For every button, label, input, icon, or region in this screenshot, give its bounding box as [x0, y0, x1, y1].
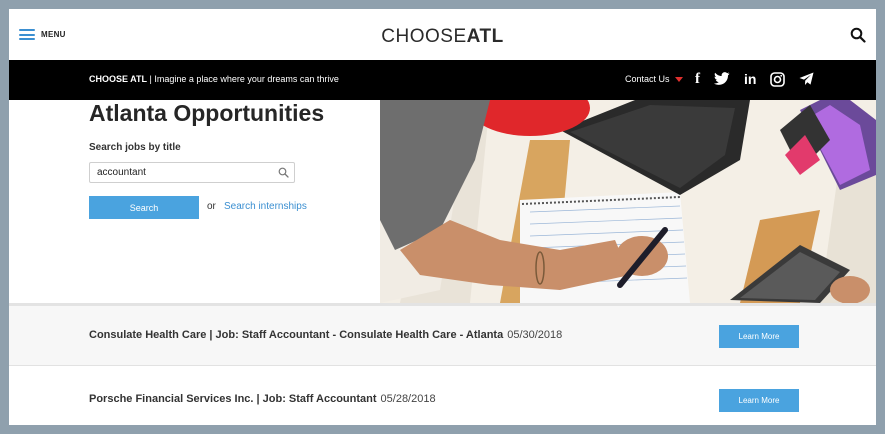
job-search-input[interactable] — [89, 162, 295, 183]
top-header: MENU CHOOSEATL — [9, 9, 876, 61]
job-title-text: Consulate Health Care | Job: Staff Accou… — [89, 329, 504, 341]
tagline: CHOOSE ATL | Imagine a place where your … — [89, 74, 339, 84]
twitter-icon[interactable] — [714, 72, 730, 86]
job-date: 05/30/2018 — [507, 329, 563, 341]
search-icon[interactable] — [850, 27, 866, 43]
job-title[interactable]: Consulate Health Care | Job: Staff Accou… — [89, 329, 562, 341]
facebook-icon[interactable]: f — [695, 71, 700, 87]
linkedin-icon[interactable]: in — [744, 71, 756, 87]
hero-photo — [380, 100, 876, 303]
search-jobs-label: Search jobs by title — [89, 142, 181, 153]
caret-down-icon — [674, 76, 683, 82]
job-listing-row: Consulate Health Care | Job: Staff Accou… — [9, 306, 876, 366]
job-listing-row: Porsche Financial Services Inc. | Job: S… — [9, 367, 876, 425]
tagline-bar: CHOOSE ATL | Imagine a place where your … — [9, 60, 876, 100]
instagram-icon[interactable] — [770, 71, 786, 87]
job-title[interactable]: Porsche Financial Services Inc. | Job: S… — [89, 393, 436, 405]
search-internships-link[interactable]: Search internships — [224, 201, 307, 212]
social-links: f in — [695, 71, 814, 87]
site-logo[interactable]: CHOOSEATL — [9, 26, 876, 48]
telegram-icon[interactable] — [799, 72, 814, 86]
logo-light-text: CHOOSE — [381, 26, 467, 47]
learn-more-button[interactable]: Learn More — [719, 325, 799, 348]
learn-more-button[interactable]: Learn More — [719, 389, 799, 412]
page-title: Atlanta Opportunities — [89, 100, 325, 126]
job-date: 05/28/2018 — [380, 393, 436, 405]
browser-viewport: MENU CHOOSEATL CHOOSE ATL | Imagine a pl… — [9, 9, 876, 425]
tagline-text: Imagine a place where your dreams can th… — [154, 74, 339, 84]
job-title-text: Porsche Financial Services Inc. | Job: S… — [89, 393, 377, 405]
search-button[interactable]: Search — [89, 196, 199, 219]
logo-bold-text: ATL — [466, 26, 504, 47]
contact-us-dropdown[interactable]: Contact Us — [625, 74, 683, 84]
search-icon[interactable] — [278, 167, 289, 178]
contact-us-label: Contact Us — [625, 74, 670, 84]
or-text: or — [207, 201, 216, 212]
hero-section: Atlanta Opportunities Search jobs by tit… — [9, 100, 876, 303]
tagline-brand: CHOOSE ATL — [89, 74, 147, 84]
